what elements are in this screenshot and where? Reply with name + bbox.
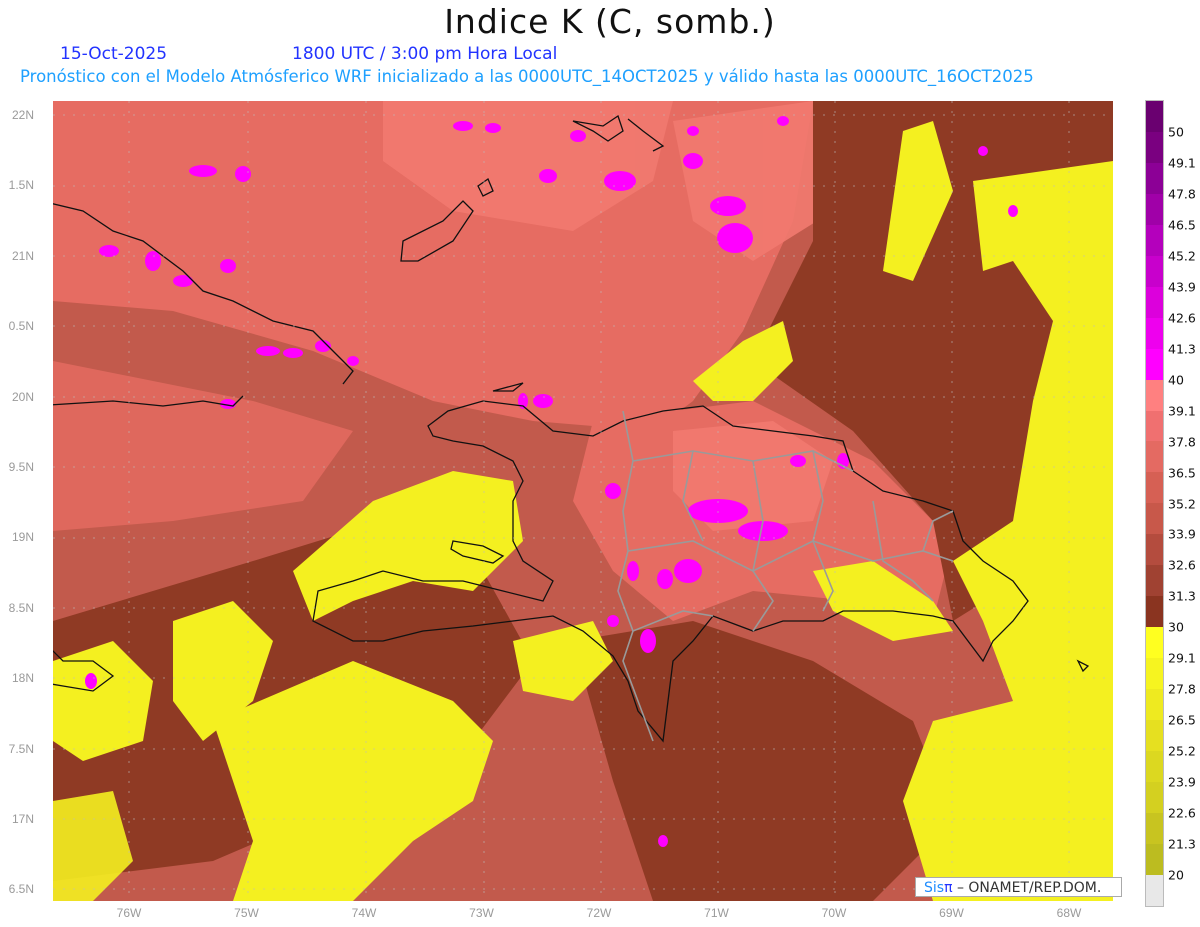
- k-index-map: [53, 101, 1113, 901]
- colorbar-label: 39.1: [1168, 403, 1196, 419]
- colorbar-segment: [1146, 503, 1163, 535]
- colorbar-label: 21.3: [1168, 836, 1196, 852]
- colorbar-segment: [1146, 224, 1163, 256]
- colorbar-segment: [1146, 472, 1163, 504]
- lat-label: 18N: [11, 671, 34, 686]
- colorbar-segment: [1146, 379, 1163, 411]
- colorbar-label: 30: [1168, 619, 1184, 635]
- colorbar-label: 45.2: [1168, 248, 1196, 264]
- forecast-time: 1800 UTC / 3:00 pm Hora Local: [292, 44, 558, 64]
- colorbar-segment: [1146, 720, 1163, 752]
- colorbar-label: 47.8: [1168, 186, 1196, 202]
- colorbar-segment: [1146, 843, 1163, 875]
- lat-label: 6.5N: [8, 882, 34, 897]
- colorbar-segment: [1146, 781, 1163, 813]
- colorbar: [1145, 100, 1164, 907]
- colorbar-label: 20: [1168, 867, 1184, 883]
- colorbar-label: 32.6: [1168, 557, 1196, 573]
- colorbar-label: 33.9: [1168, 526, 1196, 542]
- colorbar-label: 37.8: [1168, 434, 1196, 450]
- colorbar-segment: [1146, 751, 1163, 782]
- colorbar-label: 43.9: [1168, 279, 1196, 295]
- lat-label: 8.5N: [8, 600, 34, 615]
- lat-label: 19N: [11, 530, 34, 545]
- colorbar-segment: [1146, 348, 1163, 380]
- colorbar-segment: [1146, 627, 1163, 659]
- colorbar-segment: [1146, 193, 1163, 225]
- lon-label: 71W: [704, 906, 729, 920]
- colorbar-label: 25.2: [1168, 743, 1196, 759]
- colorbar-segment: [1146, 441, 1163, 473]
- colorbar-segment: [1146, 131, 1163, 163]
- colorbar-label: 27.8: [1168, 681, 1196, 697]
- colorbar-label: 40: [1168, 372, 1184, 388]
- colorbar-segment: [1146, 101, 1163, 132]
- lat-label: 22N: [11, 108, 34, 122]
- lat-label: 9.5N: [8, 460, 34, 474]
- colorbar-segment: [1146, 410, 1163, 442]
- lon-label: 73W: [469, 906, 494, 920]
- lon-label: 74W: [351, 906, 377, 920]
- lon-label: 70W: [821, 906, 847, 920]
- colorbar-label: 22.6: [1168, 805, 1196, 821]
- colorbar-label: 35.2: [1168, 496, 1196, 511]
- lat-label: 0.5N: [8, 319, 34, 334]
- lon-label: 76W: [116, 906, 142, 920]
- credit-brand-sis: Sis: [924, 880, 945, 896]
- colorbar-label: 23.9: [1168, 774, 1196, 790]
- colorbar-segment: [1146, 596, 1163, 628]
- colorbar-label: 31.3: [1168, 588, 1196, 604]
- lat-label: 17N: [11, 812, 34, 826]
- lat-label: 21N: [11, 248, 34, 263]
- lat-label: 7.5N: [8, 741, 34, 756]
- colorbar-segment: [1146, 534, 1163, 566]
- lat-label: 1.5N: [8, 178, 34, 193]
- colorbar-label: 26.5: [1168, 712, 1196, 728]
- lon-label: 72W: [586, 906, 612, 920]
- colorbar-segment: [1146, 812, 1163, 844]
- colorbar-segment: [1146, 565, 1163, 597]
- colorbar-label: 41.3: [1168, 341, 1196, 357]
- colorbar-segment: [1146, 874, 1163, 906]
- forecast-description: Pronóstico con el Modelo Atmósferico WRF…: [20, 67, 1034, 86]
- colorbar-segment: [1146, 286, 1163, 318]
- colorbar-label: 46.5: [1168, 217, 1196, 233]
- lon-label: 75W: [234, 906, 259, 920]
- lon-label: 69W: [939, 906, 964, 920]
- lat-label: 20N: [11, 389, 34, 404]
- credit-box: Sisπ – ONAMET/REP.DOM.: [915, 877, 1122, 897]
- credit-text: – ONAMET/REP.DOM.: [952, 880, 1102, 896]
- lon-label: 68W: [1056, 906, 1082, 920]
- colorbar-label: 50: [1168, 124, 1184, 140]
- colorbar-segment: [1146, 255, 1163, 287]
- colorbar-label: 29.1: [1168, 650, 1196, 666]
- colorbar-segment: [1146, 162, 1163, 194]
- forecast-date: 15-Oct-2025: [60, 44, 168, 64]
- colorbar-segment: [1146, 317, 1163, 349]
- colorbar-segment: [1146, 658, 1163, 690]
- credit-brand-pi: π: [944, 880, 953, 896]
- colorbar-segment: [1146, 689, 1163, 721]
- colorbar-label: 42.6: [1168, 310, 1196, 326]
- map-title: Indice K (C, somb.): [444, 2, 776, 41]
- colorbar-label: 36.5: [1168, 465, 1196, 481]
- colorbar-label: 49.1: [1168, 155, 1196, 171]
